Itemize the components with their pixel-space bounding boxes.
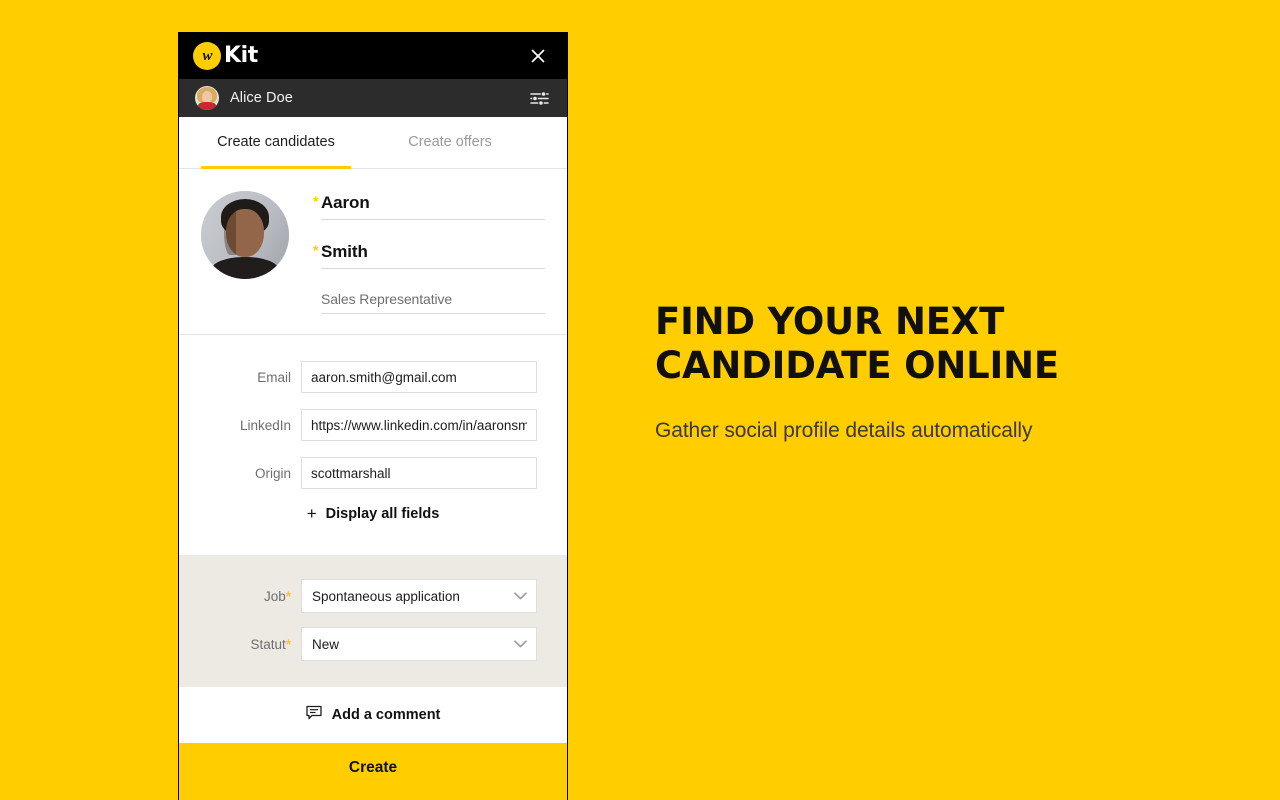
email-label: Email [257,369,291,385]
origin-label: Origin [254,465,291,481]
close-icon[interactable] [525,43,551,69]
brand-name: Kit [224,43,258,68]
comment-bubble-icon [305,705,322,725]
user-bar: Alice Doe [179,79,567,117]
last-name-row[interactable]: * Smith [313,242,545,269]
job-title-value: Sales Representative [321,291,453,307]
required-marker: * [313,242,319,258]
w-logo-icon: w [193,42,221,70]
plus-icon: + [306,504,317,523]
name-fields: * Aaron * Smith Sales Representative [313,191,545,314]
tab-bar: Create candidates Create offers [179,117,567,169]
sliders-icon[interactable] [527,87,551,109]
origin-row: Origin [209,457,537,489]
linkedin-row: LinkedIn [209,409,537,441]
last-name-value: Smith [321,242,368,261]
display-all-fields-label: Display all fields [325,505,440,522]
avatar [195,86,219,110]
origin-input[interactable] [301,457,537,489]
candidate-identity-section: * Aaron * Smith Sales Representative [179,169,567,335]
job-row: Job* Spontaneous application [209,579,537,613]
promo-title-line2: CANDIDATE ONLINE [655,343,1059,387]
email-input[interactable] [301,361,537,393]
app-logo: w Kit [193,42,258,70]
required-marker: * [285,588,291,604]
marketing-panel: FIND YOUR NEXT CANDIDATE ONLINE Gather s… [655,300,1215,443]
contact-fields-section: Email LinkedIn Origin + Display all fiel… [179,335,567,555]
required-marker: * [313,193,319,209]
required-marker: * [285,636,291,652]
tab-create-candidates-label: Create candidates [217,133,335,150]
add-comment-label: Add a comment [331,707,441,723]
assignment-section: Job* Spontaneous application Statut* New [179,555,567,687]
job-label: Job* [209,589,301,604]
tab-create-candidates[interactable]: Create candidates [201,117,351,169]
job-select[interactable]: Spontaneous application [301,579,537,613]
job-label-text: Job [263,588,286,604]
statut-label: Statut* [209,637,301,652]
first-name-value: Aaron [321,193,370,212]
promo-title: FIND YOUR NEXT CANDIDATE ONLINE [655,300,1215,387]
promo-subtitle: Gather social profile details automatica… [655,419,1033,443]
statut-select[interactable]: New [301,627,537,661]
first-name-row[interactable]: * Aaron [313,193,545,220]
linkedin-input[interactable] [301,409,537,441]
tab-create-offers-label: Create offers [408,133,492,150]
job-select-value: Spontaneous application [312,588,460,604]
email-row: Email [209,361,537,393]
display-all-fields-button[interactable]: + Display all fields [209,505,537,522]
extension-panel: w Kit Alice Doe Create candidates Create… [178,32,568,800]
statut-select-value: New [312,636,340,652]
candidate-photo [201,191,289,279]
create-button[interactable]: Create [179,743,567,800]
job-select-wrap: Spontaneous application [301,579,537,613]
statut-label-text: Statut [250,636,286,652]
user-name: Alice Doe [230,90,293,106]
tab-create-offers[interactable]: Create offers [375,117,525,168]
add-comment-button[interactable]: Add a comment [179,687,567,743]
promo-title-line1: FIND YOUR NEXT [655,300,1005,343]
statut-select-wrap: New [301,627,537,661]
linkedin-label: LinkedIn [239,417,291,433]
brand-header: w Kit [179,33,567,79]
statut-row: Statut* New [209,627,537,661]
job-title-row[interactable]: Sales Representative [321,291,545,314]
